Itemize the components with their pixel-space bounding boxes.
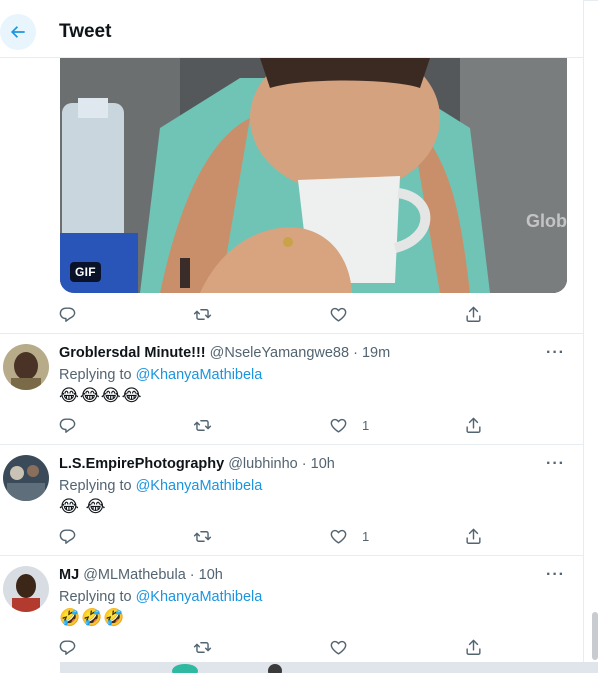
gif-image bbox=[60, 58, 567, 293]
retweet-icon bbox=[193, 530, 212, 542]
avatar-image bbox=[3, 344, 49, 390]
reply-meta: MJ @MLMathebula · 10h bbox=[59, 567, 223, 583]
timestamp[interactable]: 10h bbox=[199, 567, 223, 583]
reply-tweet[interactable]: Groblersdal Minute!!! @NseleYamangwe88 ·… bbox=[0, 334, 583, 445]
user-handle[interactable]: @MLMathebula bbox=[83, 567, 186, 583]
like-button[interactable]: 1 bbox=[329, 413, 369, 437]
reply-actions: 1 bbox=[58, 524, 498, 548]
share-icon bbox=[466, 417, 481, 433]
tweet-text: 🤣🤣🤣 bbox=[59, 608, 126, 627]
reply-button[interactable] bbox=[58, 302, 77, 326]
mention-link[interactable]: @KhanyaMathibela bbox=[136, 589, 263, 605]
display-name[interactable]: Groblersdal Minute!!! bbox=[59, 345, 206, 361]
bottom-bar-shape bbox=[268, 664, 282, 673]
avatar[interactable] bbox=[3, 566, 49, 612]
user-handle[interactable]: @NseleYamangwe88 bbox=[210, 345, 349, 361]
reply-button[interactable] bbox=[58, 635, 77, 659]
reply-tweet[interactable]: MJ @MLMathebula · 10h ··· Replying to @K… bbox=[0, 556, 583, 667]
bottom-bar-shape bbox=[172, 664, 198, 673]
reply-meta: Groblersdal Minute!!! @NseleYamangwe88 ·… bbox=[59, 345, 390, 361]
replying-prefix: Replying to bbox=[59, 367, 132, 383]
main-tweet-actions bbox=[58, 302, 498, 326]
mention-link[interactable]: @KhanyaMathibela bbox=[136, 367, 263, 383]
more-icon[interactable]: ··· bbox=[546, 566, 565, 584]
retweet-button[interactable] bbox=[193, 302, 212, 326]
like-icon bbox=[330, 307, 347, 322]
reply-meta: L.S.EmpirePhotography @lubhinho · 10h bbox=[59, 456, 335, 472]
gif-watermark: Glob bbox=[526, 211, 567, 231]
like-icon bbox=[330, 418, 347, 433]
bottom-bar bbox=[60, 662, 598, 673]
retweet-button[interactable] bbox=[193, 524, 212, 548]
retweet-button[interactable] bbox=[193, 413, 212, 437]
timestamp[interactable]: 19m bbox=[362, 345, 390, 361]
reply-button[interactable] bbox=[58, 413, 77, 437]
reply-button[interactable] bbox=[58, 524, 77, 548]
separator-dot: · bbox=[353, 345, 358, 361]
tweet-gif[interactable]: Glob GIF bbox=[60, 58, 567, 293]
more-icon[interactable]: ··· bbox=[546, 455, 565, 473]
display-name[interactable]: L.S.EmpirePhotography bbox=[59, 456, 224, 472]
replying-to: Replying to @KhanyaMathibela bbox=[59, 478, 262, 494]
reply-icon bbox=[59, 417, 76, 433]
share-button[interactable] bbox=[464, 524, 483, 548]
retweet-icon bbox=[193, 641, 212, 653]
avatar[interactable] bbox=[3, 455, 49, 501]
reply-actions bbox=[58, 635, 498, 659]
user-handle[interactable]: @lubhinho bbox=[228, 456, 298, 472]
reply-icon bbox=[59, 528, 76, 544]
share-button[interactable] bbox=[464, 635, 483, 659]
avatar-image bbox=[3, 455, 49, 501]
separator-dot: · bbox=[189, 567, 195, 583]
retweet-button[interactable] bbox=[193, 635, 212, 659]
share-button[interactable] bbox=[464, 302, 483, 326]
gif-badge: GIF bbox=[70, 262, 101, 282]
like-icon bbox=[330, 640, 347, 655]
share-icon bbox=[466, 639, 481, 655]
replying-to: Replying to @KhanyaMathibela bbox=[59, 589, 262, 605]
tweet-text: 😂 😂 bbox=[59, 497, 107, 516]
tweet-column: Tweet Glob GIF Groblersdal Minute!!! @Ns… bbox=[0, 0, 584, 662]
share-button[interactable] bbox=[464, 413, 483, 437]
display-name[interactable]: MJ bbox=[59, 567, 79, 583]
page-title: Tweet bbox=[59, 21, 112, 42]
more-icon[interactable]: ··· bbox=[546, 344, 565, 362]
like-count: 1 bbox=[362, 417, 370, 433]
mention-link[interactable]: @KhanyaMathibela bbox=[136, 478, 263, 494]
back-arrow-icon bbox=[11, 26, 25, 38]
like-count: 1 bbox=[362, 528, 370, 544]
retweet-icon bbox=[193, 419, 212, 431]
replying-to: Replying to @KhanyaMathibela bbox=[59, 367, 262, 383]
reply-tweet[interactable]: L.S.EmpirePhotography @lubhinho · 10h ··… bbox=[0, 445, 583, 556]
back-button[interactable] bbox=[0, 14, 36, 50]
share-icon bbox=[466, 306, 481, 322]
like-button[interactable] bbox=[329, 635, 362, 659]
retweet-icon bbox=[193, 308, 212, 320]
scrollbar-thumb[interactable] bbox=[592, 612, 598, 660]
share-icon bbox=[466, 528, 481, 544]
replying-prefix: Replying to bbox=[59, 589, 132, 605]
reply-actions: 1 bbox=[58, 413, 498, 437]
like-button[interactable] bbox=[329, 302, 348, 326]
timestamp[interactable]: 10h bbox=[311, 456, 335, 472]
avatar-image bbox=[3, 566, 49, 612]
reply-icon bbox=[59, 639, 76, 655]
reply-icon bbox=[59, 306, 76, 322]
replying-prefix: Replying to bbox=[59, 478, 132, 494]
like-icon bbox=[330, 529, 347, 544]
separator-dot: · bbox=[301, 456, 307, 472]
page-header: Tweet bbox=[0, 4, 583, 58]
avatar[interactable] bbox=[3, 344, 49, 390]
tweet-text: 😂😂😂😂 bbox=[59, 386, 143, 405]
like-button[interactable]: 1 bbox=[329, 524, 369, 548]
